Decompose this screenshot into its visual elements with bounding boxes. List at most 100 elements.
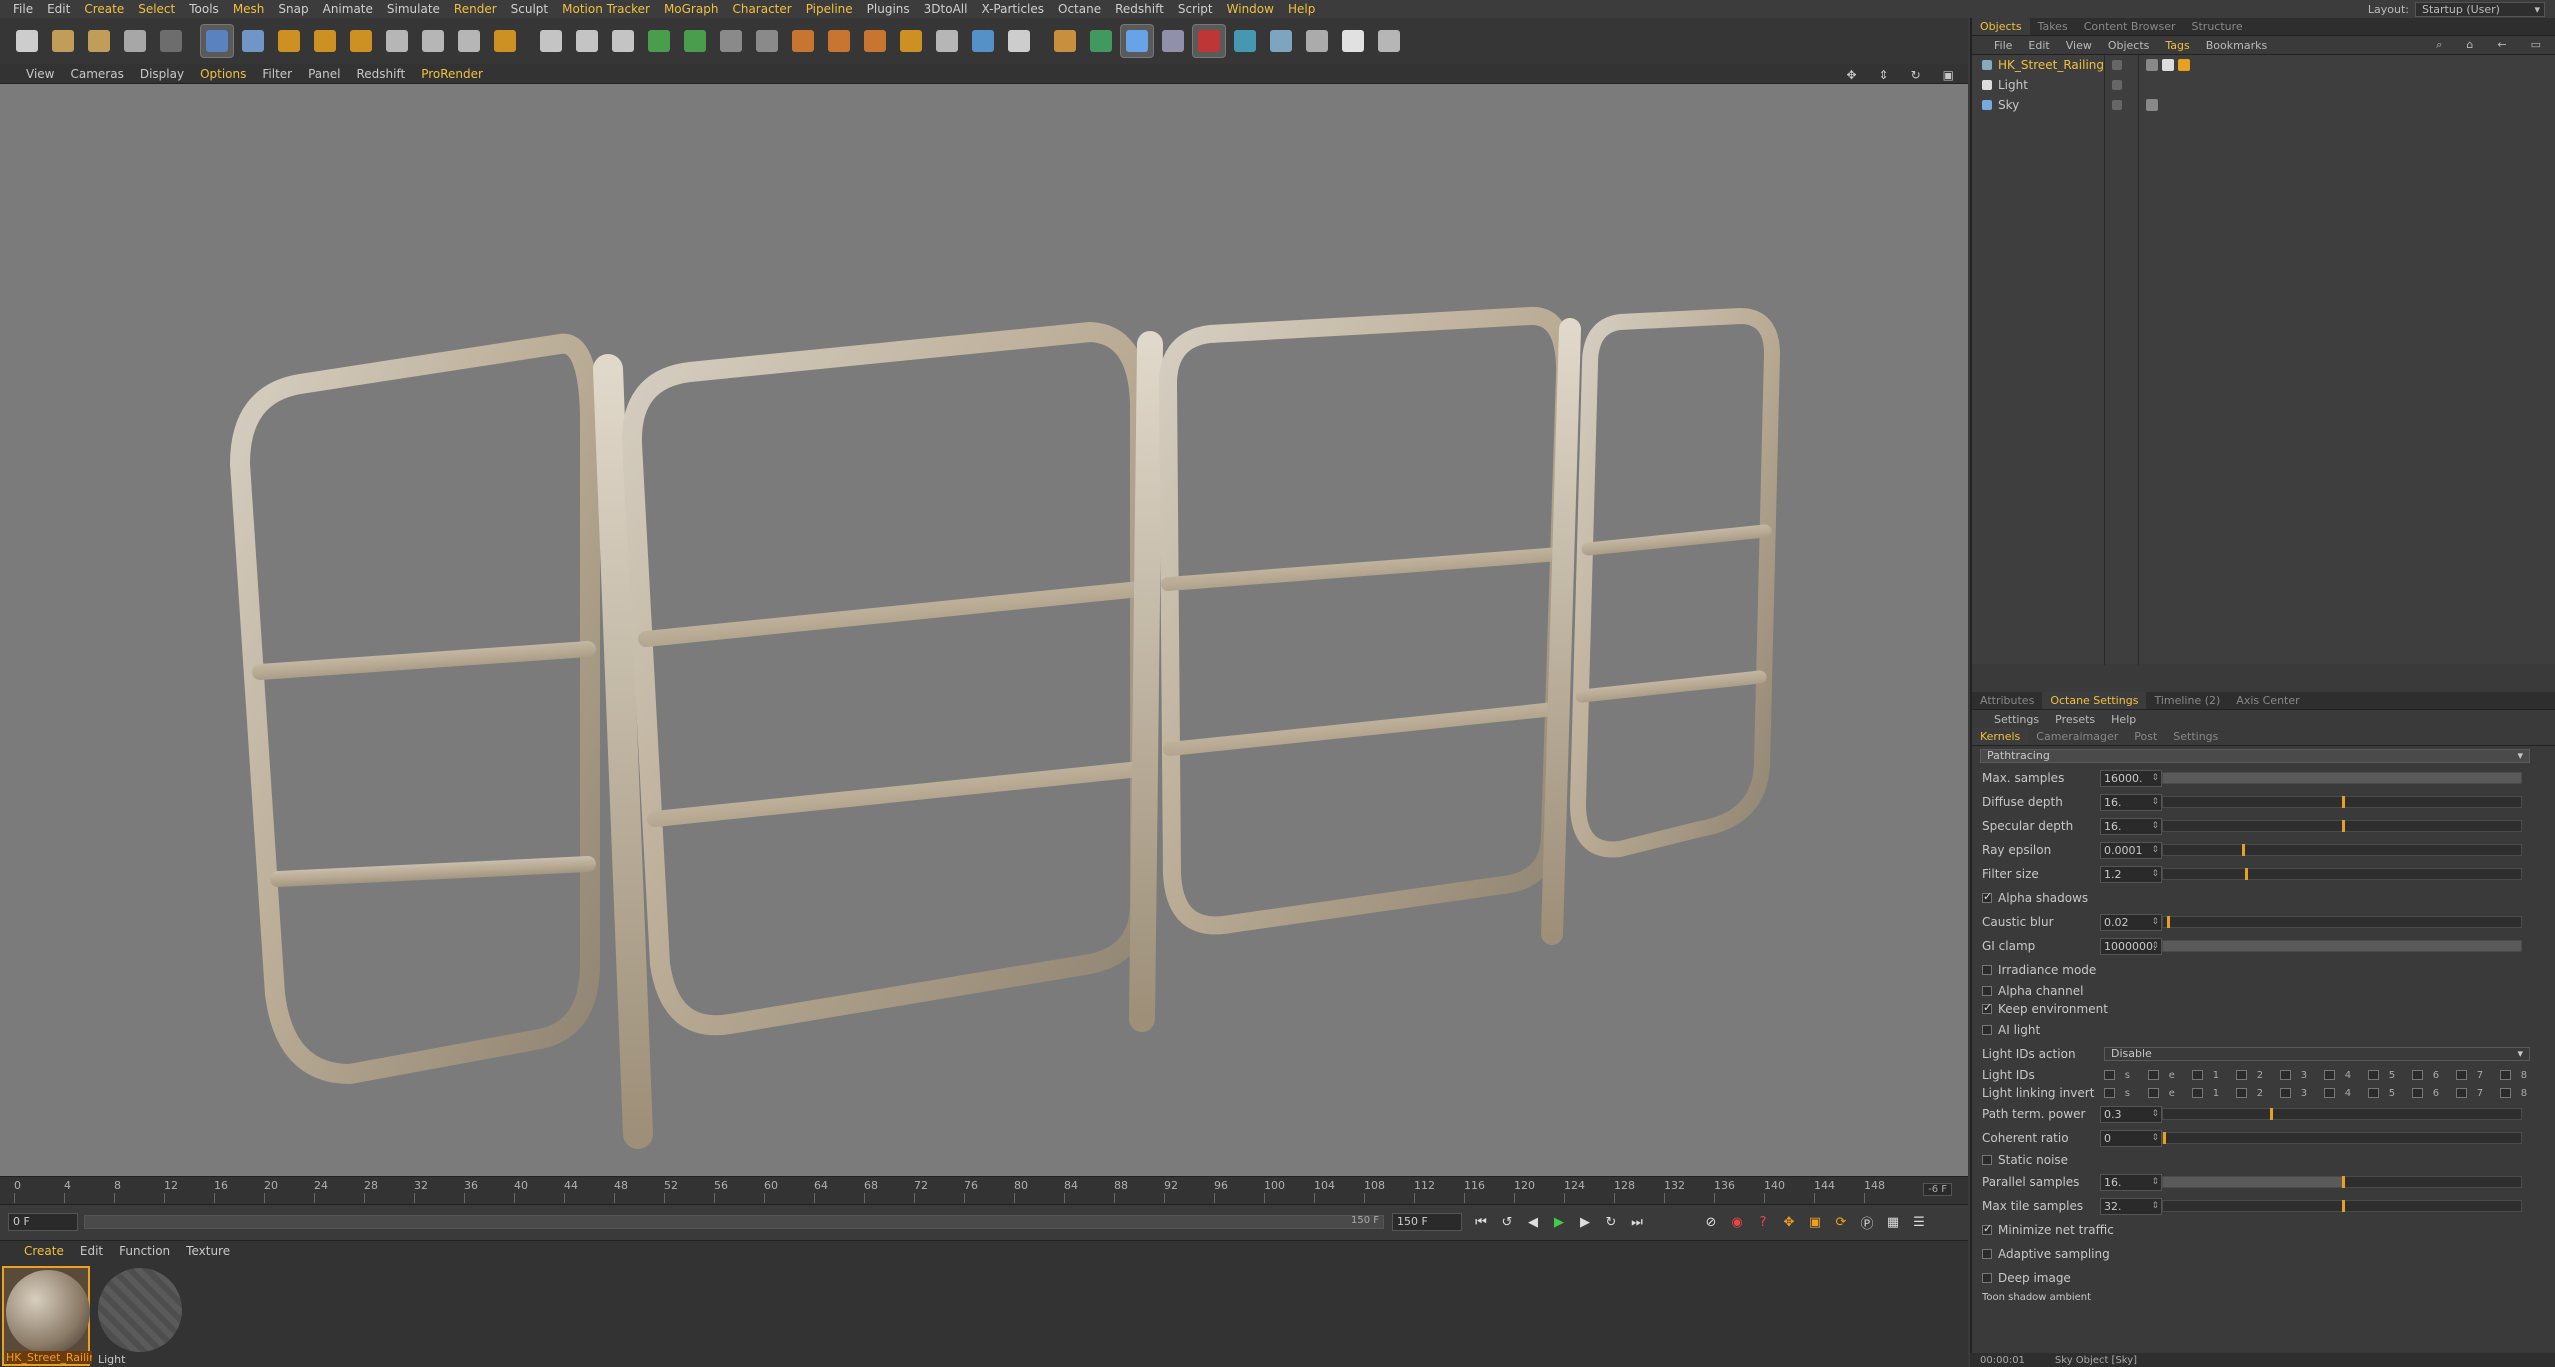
object-list[interactable]: HK_Street_Railing Light Sky: [1972, 54, 2555, 665]
cube-alt-icon[interactable]: [750, 24, 784, 58]
light-id-checkbox[interactable]: [2148, 1088, 2159, 1098]
field-value[interactable]: 16000.: [2100, 769, 2162, 787]
object-menu-bookmarks[interactable]: Bookmarks: [2198, 39, 2275, 52]
material-light[interactable]: Light: [96, 1266, 184, 1366]
object-row-hk-street-railing[interactable]: HK_Street_Railing: [1972, 55, 2555, 75]
octane-live-icon[interactable]: [1084, 24, 1118, 58]
record-key-icon[interactable]: ◉: [1726, 1211, 1748, 1233]
octane-settings-icon[interactable]: [1120, 24, 1154, 58]
field-value[interactable]: 0.3: [2100, 1105, 2162, 1123]
light-id-e[interactable]: e: [2148, 1088, 2178, 1099]
light-id-8[interactable]: 8: [2500, 1088, 2530, 1099]
light-id-checkbox[interactable]: [2280, 1088, 2291, 1098]
kernel-dropdown[interactable]: Pathtracing: [1980, 749, 2530, 763]
material-hk-street-railing[interactable]: HK_Street_Railing: [2, 1266, 92, 1366]
minimize-net-traffic-checkbox[interactable]: [1982, 1222, 1992, 1235]
frame-range-slider[interactable]: 150 F: [84, 1215, 1384, 1229]
light-id-s[interactable]: s: [2104, 1088, 2134, 1099]
sky-icon[interactable]: [1264, 24, 1298, 58]
end-frame-field[interactable]: 150 F: [1392, 1213, 1462, 1231]
key-param-icon[interactable]: Ⓟ: [1856, 1211, 1878, 1233]
world-coord-icon[interactable]: [488, 24, 522, 58]
material-menu-create[interactable]: Create: [16, 1244, 72, 1258]
light-id-checkbox[interactable]: [2192, 1088, 2203, 1098]
floor-icon[interactable]: [930, 24, 964, 58]
cube-icon[interactable]: [714, 24, 748, 58]
material-menu-function[interactable]: Function: [111, 1244, 178, 1258]
ai-light-checkbox[interactable]: [1982, 1025, 1992, 1035]
next-key-icon[interactable]: ↻: [1600, 1211, 1622, 1233]
tab-content-browser[interactable]: Content Browser: [2076, 18, 2184, 35]
alpha-shadows-checkbox[interactable]: [1982, 890, 1992, 903]
tab-attributes[interactable]: Attributes: [1972, 692, 2042, 709]
light-id-checkbox[interactable]: [2500, 1088, 2511, 1098]
material-menu-texture[interactable]: Texture: [178, 1244, 238, 1258]
minimize-net-traffic-row[interactable]: Minimize net traffic: [1972, 1218, 2555, 1242]
light-id-checkbox[interactable]: [2456, 1088, 2467, 1098]
tab-cameraimager[interactable]: Cameraimager: [2028, 728, 2126, 745]
viewport-menu-display[interactable]: Display: [132, 67, 192, 81]
menu-window[interactable]: Window: [1220, 2, 1281, 16]
deep-image-row[interactable]: Deep image: [1972, 1266, 2555, 1290]
adaptive-sampling-row[interactable]: Adaptive sampling: [1972, 1242, 2555, 1266]
keep-environment-checkbox[interactable]: [1982, 1001, 1992, 1014]
tab-axis-center[interactable]: Axis Center: [2228, 692, 2307, 709]
light-id-checkbox[interactable]: [2324, 1070, 2335, 1080]
menu-plugins[interactable]: Plugins: [860, 2, 917, 16]
tab-objects[interactable]: Objects: [1972, 18, 2030, 35]
field-slider[interactable]: [2162, 844, 2522, 856]
menu-edit[interactable]: Edit: [40, 2, 77, 16]
viewport-menu-view[interactable]: View: [18, 67, 62, 81]
light-id-5[interactable]: 5: [2368, 1088, 2398, 1099]
record-icon[interactable]: [1192, 24, 1226, 58]
field-slider[interactable]: [2162, 940, 2522, 952]
timeline-ruler[interactable]: 0 4 8 12 16 20 24 28 32 36 40 44 48 52 56 60 64 68 72 76 80 8…: [0, 1176, 1968, 1204]
back-icon[interactable]: ←: [2489, 38, 2514, 52]
light-id-checkbox[interactable]: [2324, 1088, 2335, 1098]
field-value[interactable]: 16.: [2100, 793, 2162, 811]
light-id-1[interactable]: 1: [2192, 1088, 2222, 1099]
go-to-end-icon[interactable]: ⏭: [1626, 1211, 1648, 1233]
viewport-menu-filter[interactable]: Filter: [254, 67, 300, 81]
key-grid-icon[interactable]: ▦: [1882, 1211, 1904, 1233]
alpha-shadows-row[interactable]: Alpha shadows: [1972, 886, 2555, 910]
generator-icon[interactable]: [786, 24, 820, 58]
camera-icon[interactable]: [966, 24, 1000, 58]
light-id-4[interactable]: 4: [2324, 1088, 2354, 1099]
add-icon[interactable]: [344, 24, 378, 58]
light-id-checkbox[interactable]: [2456, 1070, 2467, 1080]
visibility-toggle-icon[interactable]: [2112, 100, 2122, 110]
menu-help[interactable]: Help: [1281, 2, 1322, 16]
move-icon[interactable]: [236, 24, 270, 58]
zoom-view-icon[interactable]: ⇕: [1871, 68, 1897, 82]
tab-octane-settings[interactable]: Octane Settings: [2042, 692, 2147, 709]
light-ids-action-dropdown[interactable]: Disable: [2104, 1047, 2530, 1061]
key-rotate-icon[interactable]: ⟳: [1830, 1211, 1852, 1233]
field-slider[interactable]: [2162, 1200, 2522, 1212]
menu-select[interactable]: Select: [131, 2, 182, 16]
attr-menu-presets[interactable]: Presets: [2047, 713, 2103, 726]
field-value[interactable]: 0: [2100, 1129, 2162, 1147]
object-row-light[interactable]: Light: [1972, 75, 2555, 95]
axis-icon[interactable]: [894, 24, 928, 58]
field-slider[interactable]: [2162, 772, 2522, 784]
object-menu-view[interactable]: View: [2058, 39, 2100, 52]
light-id-checkbox[interactable]: [2500, 1070, 2511, 1080]
menu-animate[interactable]: Animate: [316, 2, 380, 16]
save-icon[interactable]: [82, 24, 116, 58]
light-id-3[interactable]: 3: [2280, 1070, 2310, 1081]
deep-image-checkbox[interactable]: [1982, 1273, 1992, 1283]
light-id-2[interactable]: 2: [2236, 1070, 2266, 1081]
viewport-menu-redshift[interactable]: Redshift: [348, 67, 413, 81]
light-id-2[interactable]: 2: [2236, 1088, 2266, 1099]
play-icon[interactable]: ▶: [1548, 1211, 1570, 1233]
tag-icon[interactable]: [2146, 99, 2158, 111]
attr-menu-settings[interactable]: Settings: [1986, 713, 2047, 726]
go-to-start-icon[interactable]: ⏮: [1470, 1211, 1492, 1233]
3d-viewport[interactable]: [0, 84, 1968, 1176]
viewport-menu-cameras[interactable]: Cameras: [62, 67, 131, 81]
light-id-checkbox[interactable]: [2368, 1070, 2379, 1080]
field-value[interactable]: 0.0001: [2100, 841, 2162, 859]
light-icon[interactable]: [1002, 24, 1036, 58]
light-id-checkbox[interactable]: [2192, 1070, 2203, 1080]
